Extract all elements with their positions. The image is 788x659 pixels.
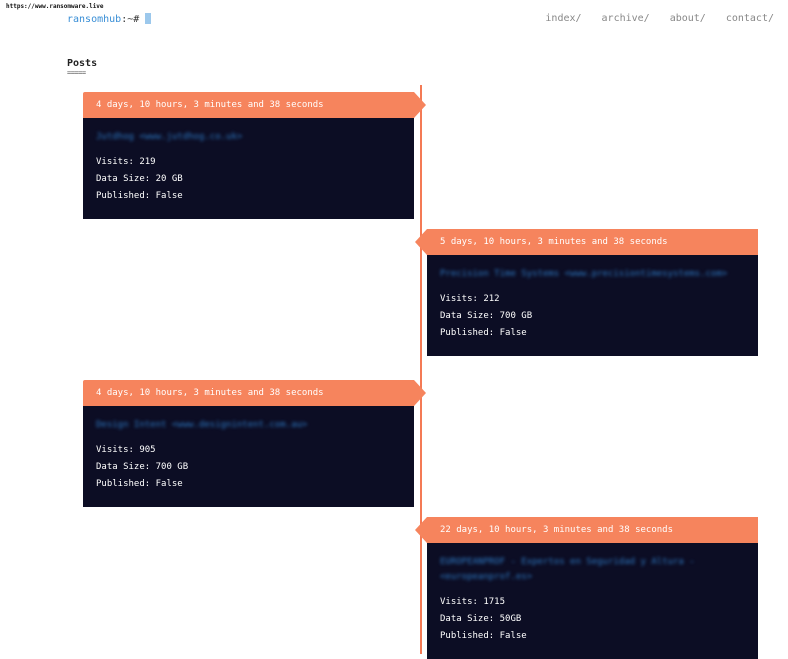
timeline-arrow — [415, 517, 427, 543]
post-data-size: Data Size: 700 GB — [96, 462, 189, 472]
post-body: Precision Time Systems <www.precisiontim… — [427, 255, 758, 356]
post-card: 4 days, 10 hours, 3 minutes and 38 secon… — [83, 380, 426, 507]
nav-archive-link[interactable]: archive/ — [602, 13, 650, 24]
nav-contact-link[interactable]: contact/ — [726, 13, 774, 24]
post-time: 4 days, 10 hours, 3 minutes and 38 secon… — [83, 380, 414, 406]
site-prompt: :~# — [121, 14, 140, 25]
post-visits: Visits: 212 — [440, 294, 500, 304]
post-visits: Visits: 1715 — [440, 597, 506, 607]
timeline-line — [420, 85, 422, 654]
url-text: https://www.ransomware.live — [6, 3, 104, 10]
timeline-arrow — [414, 380, 426, 406]
site-host: ransomhub — [67, 14, 122, 25]
post-body: EUROPEANPROF - Expertos en Seguridad y A… — [427, 543, 758, 659]
post-card: 4 days, 10 hours, 3 minutes and 38 secon… — [83, 92, 426, 219]
nav-about-link[interactable]: about/ — [670, 13, 706, 24]
post-time: 22 days, 10 hours, 3 minutes and 38 seco… — [427, 517, 758, 543]
post-data-size: Data Size: 700 GB — [440, 311, 533, 321]
timeline-arrow — [415, 229, 427, 255]
post-visits: Visits: 905 — [96, 445, 156, 455]
section-title: Posts — [67, 58, 98, 69]
post-visits: Visits: 219 — [96, 157, 156, 167]
post-body: Design Intent <www.designintent.com.au> … — [83, 406, 414, 507]
post-published: Published: False — [96, 191, 183, 201]
post-title-link[interactable]: Design Intent <www.designintent.com.au> — [96, 418, 401, 433]
post-title-link[interactable]: Precision Time Systems <www.precisiontim… — [440, 267, 745, 282]
post-published: Published: False — [440, 328, 527, 338]
cursor-block — [145, 13, 152, 24]
post-time: 4 days, 10 hours, 3 minutes and 38 secon… — [83, 92, 414, 118]
nav-index-link[interactable]: index/ — [545, 13, 581, 24]
post-title-link[interactable]: EUROPEANPROF - Expertos en Seguridad y A… — [440, 555, 745, 585]
post-data-size: Data Size: 50GB — [440, 614, 522, 624]
top-nav: index/ archive/ about/ contact/ — [545, 13, 774, 24]
section-underline: ===== — [67, 69, 86, 77]
post-card: 22 days, 10 hours, 3 minutes and 38 seco… — [415, 517, 758, 659]
post-card: 5 days, 10 hours, 3 minutes and 38 secon… — [415, 229, 758, 356]
post-published: Published: False — [96, 479, 183, 489]
timeline-arrow — [414, 92, 426, 118]
post-title-link[interactable]: Jutdhog <www.jutdhog.co.uk> — [96, 130, 401, 145]
post-body: Jutdhog <www.jutdhog.co.uk> Visits: 219 … — [83, 118, 414, 219]
post-time: 5 days, 10 hours, 3 minutes and 38 secon… — [427, 229, 758, 255]
post-data-size: Data Size: 20 GB — [96, 174, 183, 184]
post-published: Published: False — [440, 631, 527, 641]
site-brand[interactable]: ransomhub:~# — [67, 13, 152, 25]
